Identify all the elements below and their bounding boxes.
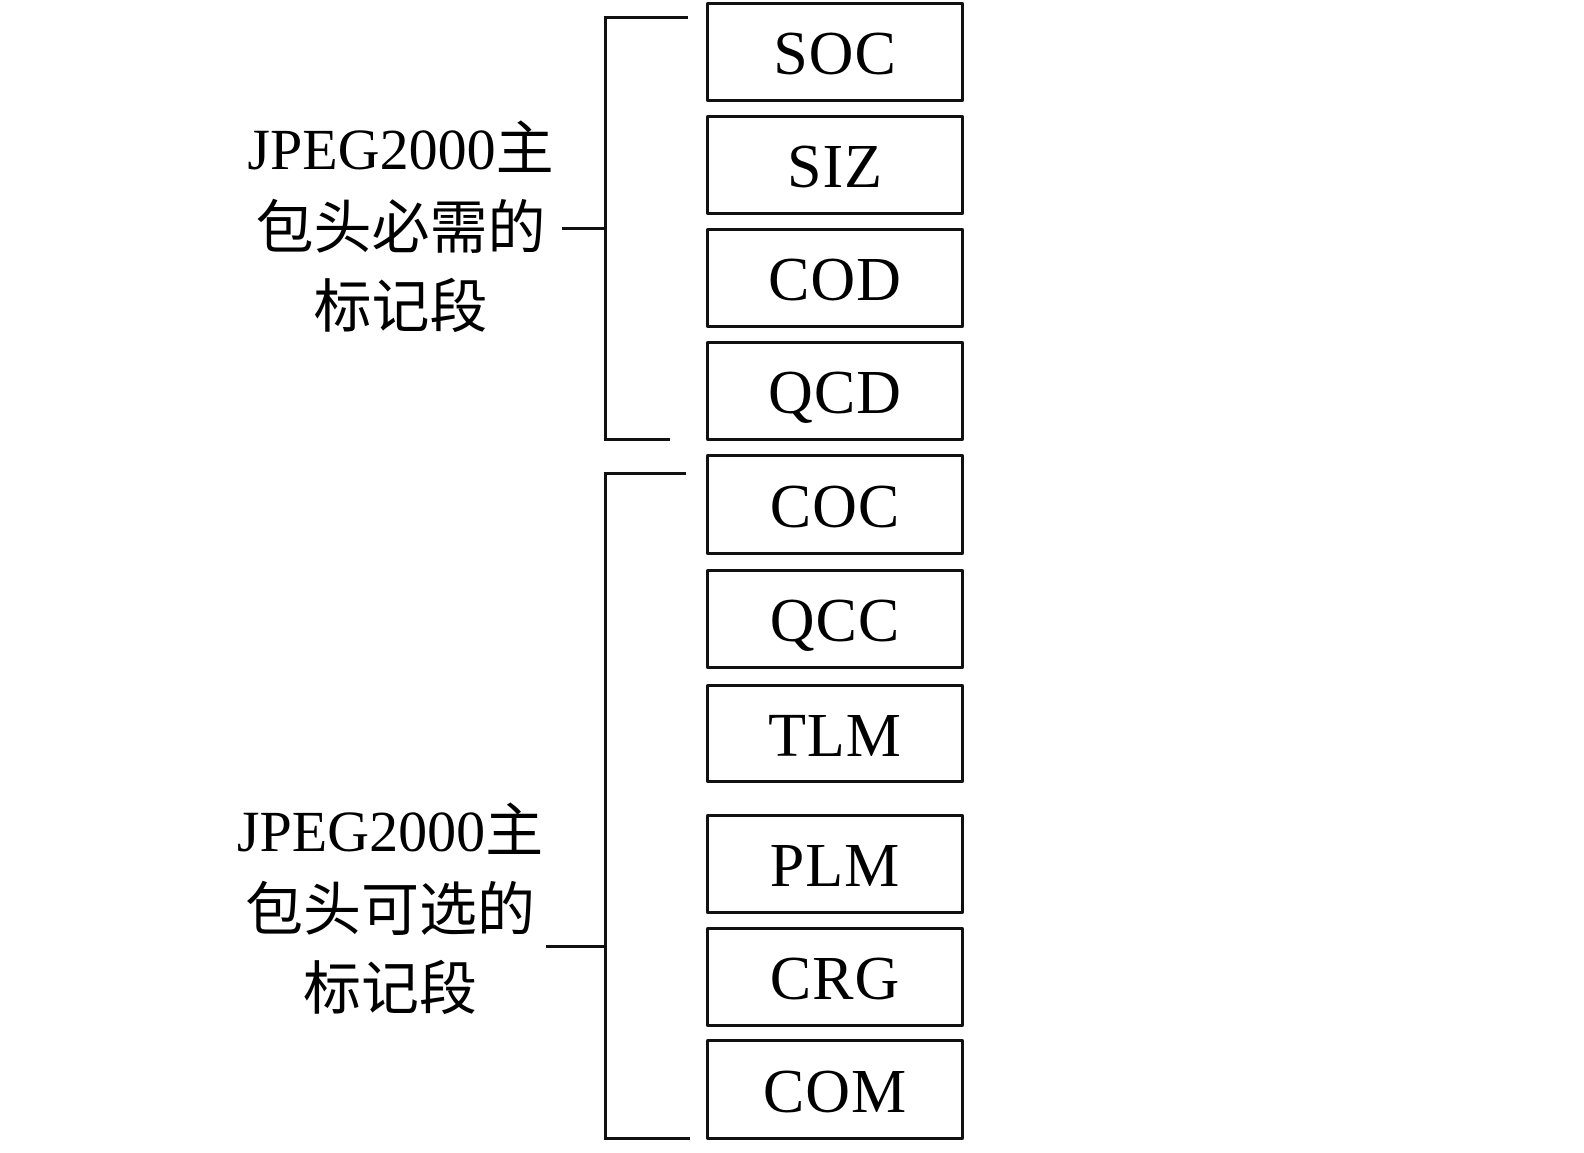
marker-label: QCD — [768, 359, 902, 427]
marker-label: TLM — [768, 701, 902, 770]
required-bracket-stem — [562, 227, 606, 230]
required-label-line-3: 标记段 — [313, 273, 488, 341]
optional-label-line-2: 包头可选的 — [244, 876, 535, 944]
marker-box-crg: CRG — [706, 927, 964, 1027]
optional-label-line-3: 标记段 — [302, 955, 477, 1023]
marker-label: COM — [762, 1057, 908, 1126]
marker-label: SIZ — [787, 133, 883, 201]
optional-group-label: JPEG2000主 包头可选的 标记段 — [220, 792, 560, 1029]
required-label-line-2: 包头必需的 — [255, 194, 546, 262]
marker-label: PLM — [769, 832, 901, 900]
marker-label: COD — [768, 246, 902, 314]
marker-box-soc: SOC — [706, 2, 964, 102]
marker-box-plm: PLM — [706, 814, 964, 914]
required-bracket-top-tick — [604, 16, 688, 19]
marker-box-siz: SIZ — [706, 115, 964, 215]
marker-box-qcc: QCC — [706, 569, 964, 669]
marker-label: SOC — [773, 20, 897, 88]
marker-box-cod: COD — [706, 228, 964, 328]
required-label-line-1: JPEG2000主 — [247, 117, 554, 182]
required-group-label: JPEG2000主 包头必需的 标记段 — [228, 110, 573, 347]
marker-label: COC — [769, 472, 901, 541]
marker-box-tlm: TLM — [706, 684, 964, 783]
required-bracket-bottom-tick — [604, 438, 670, 441]
optional-bracket-stem — [546, 945, 606, 948]
marker-box-com: COM — [706, 1039, 964, 1140]
marker-box-qcd: QCD — [706, 341, 964, 441]
optional-bracket-top-tick — [604, 472, 686, 475]
marker-label: QCC — [769, 587, 901, 655]
optional-label-line-1: JPEG2000主 — [236, 799, 544, 864]
marker-label: CRG — [769, 945, 901, 1013]
optional-bracket-vertical — [604, 473, 607, 1140]
marker-box-coc: COC — [706, 454, 964, 555]
optional-bracket-bottom-tick — [604, 1137, 690, 1140]
